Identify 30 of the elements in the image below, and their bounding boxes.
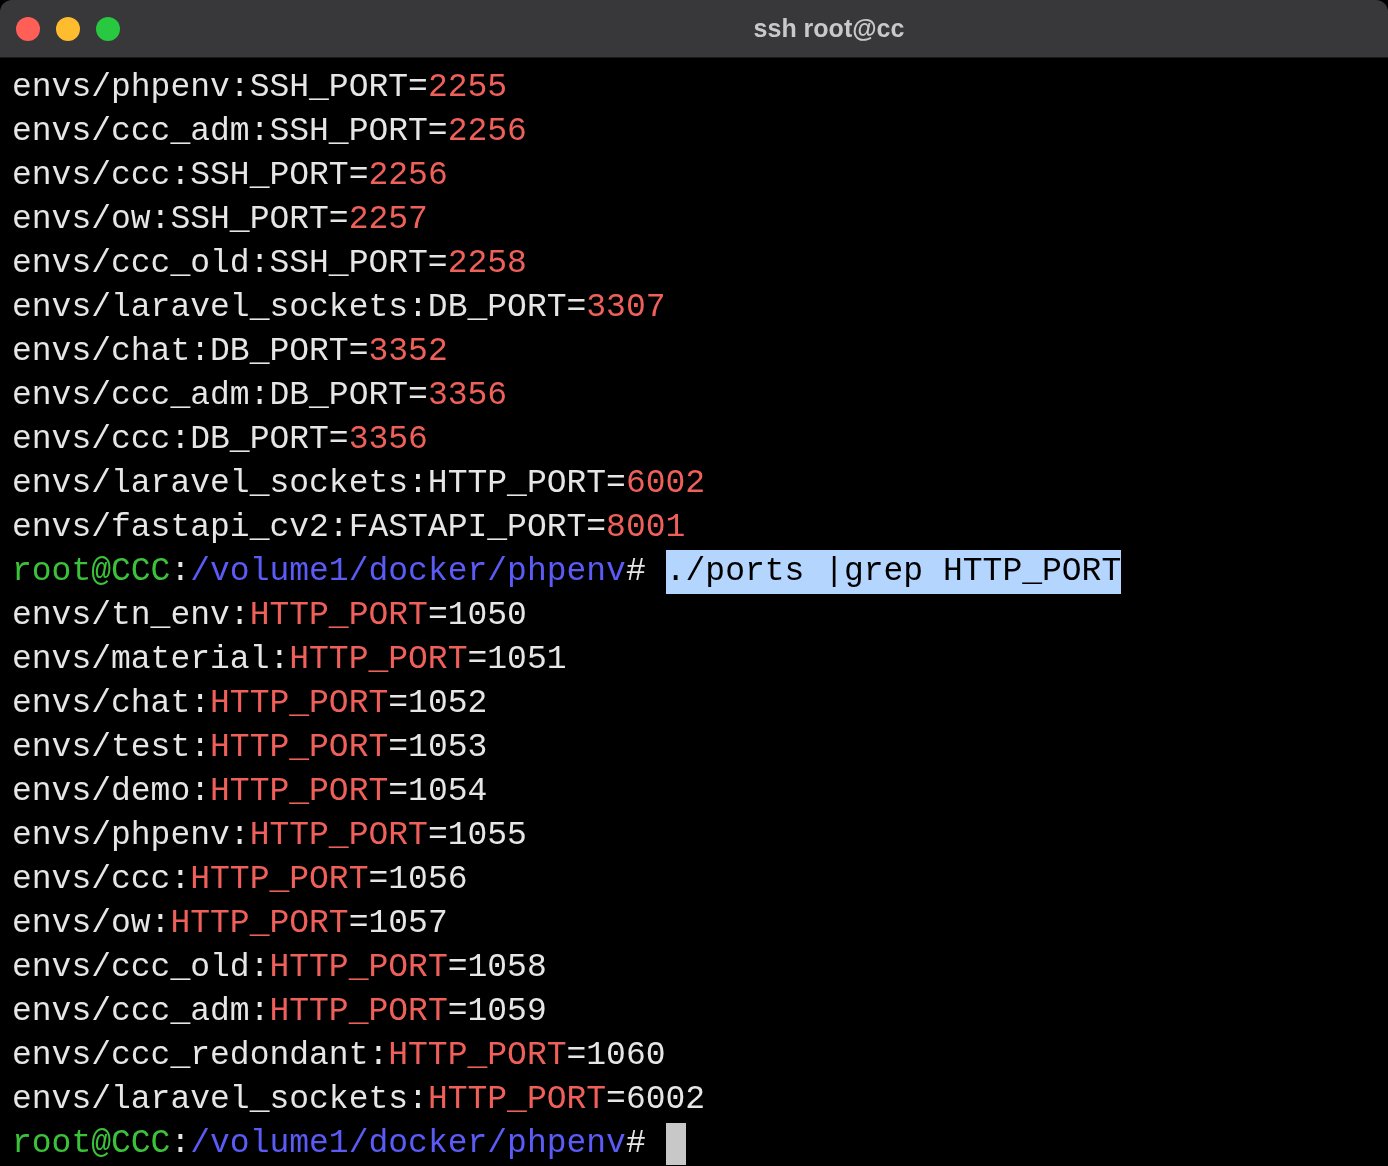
output-line: envs/ccc_redondant:HTTP_PORT=1060	[12, 1036, 666, 1076]
output-line: envs/laravel_sockets:DB_PORT=3307	[12, 288, 666, 328]
output-line: envs/phpenv:SSH_PORT=2255	[12, 68, 508, 108]
output-line: envs/ccc_old:HTTP_PORT=1058	[12, 948, 547, 988]
output-line: envs/demo:HTTP_PORT=1054	[12, 772, 488, 812]
output-line: envs/chat:DB_PORT=3352	[12, 332, 448, 372]
output-line: envs/ow:HTTP_PORT=1057	[12, 904, 448, 944]
output-line: envs/ccc:DB_PORT=3356	[12, 420, 428, 460]
output-line: envs/tn_env:HTTP_PORT=1050	[12, 596, 527, 636]
output-line: envs/laravel_sockets:HTTP_PORT=6002	[12, 1080, 706, 1120]
output-line: envs/laravel_sockets:HTTP_PORT=6002	[12, 464, 706, 504]
minimize-button[interactable]	[56, 16, 80, 41]
output-line: envs/ccc_old:SSH_PORT=2258	[12, 244, 527, 284]
output-line: envs/ow:SSH_PORT=2257	[12, 200, 428, 240]
output-line: envs/ccc:HTTP_PORT=1056	[12, 860, 468, 900]
output-line: envs/chat:HTTP_PORT=1052	[12, 684, 488, 724]
window-title: ssh root@cc	[753, 12, 905, 44]
command-text: ./ports |grep HTTP_PORT	[665, 550, 1122, 594]
shell-prompt: root@CCC:/volume1/docker/phpenv#	[12, 552, 646, 592]
output-line: envs/ccc_adm:SSH_PORT=2256	[12, 112, 527, 152]
output-line: envs/test:HTTP_PORT=1053	[12, 728, 488, 768]
shell-prompt: root@CCC:/volume1/docker/phpenv#	[12, 1124, 646, 1164]
zoom-button[interactable]	[96, 16, 120, 41]
output-line: envs/material:HTTP_PORT=1051	[12, 640, 567, 680]
output-line: envs/ccc:SSH_PORT=2256	[12, 156, 448, 196]
output-line: envs/phpenv:HTTP_PORT=1055	[12, 816, 527, 856]
output-line: envs/fastapi_cv2:FASTAPI_PORT=8001	[12, 508, 686, 548]
close-button[interactable]	[16, 16, 40, 41]
output-line: envs/ccc_adm:DB_PORT=3356	[12, 376, 508, 416]
output-line: envs/ccc_adm:HTTP_PORT=1059	[12, 992, 547, 1032]
